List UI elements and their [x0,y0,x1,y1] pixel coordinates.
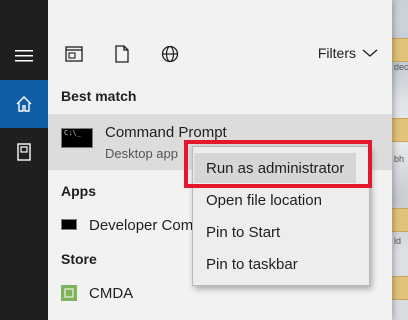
app-result-title: Developer Com [89,217,194,234]
documents-filter-button[interactable] [112,44,132,64]
notebook-icon [17,143,31,161]
home-icon [16,96,32,112]
apps-icon [65,46,83,62]
menu-item-open-file-location[interactable]: Open file location [194,185,356,215]
desktop-folder-icon[interactable] [391,38,408,62]
best-match-subtitle: Desktop app [105,146,178,161]
developer-command-prompt-icon [61,219,77,230]
section-best-match: Best match [61,88,137,104]
highlight-annotation-box [184,140,372,188]
hamburger-menu-button[interactable] [0,32,48,80]
command-prompt-icon: C:\_ [61,128,93,148]
notebook-button[interactable] [0,128,48,176]
section-apps: Apps [61,183,96,199]
filters-label: Filters [317,45,356,61]
desktop-folder-icon[interactable] [391,276,408,300]
section-store: Store [61,251,97,267]
search-filter-bar: Filters [48,0,392,72]
menu-item-pin-to-start[interactable]: Pin to Start [194,217,356,247]
desktop-icon-label: bh [394,154,405,164]
web-filter-button[interactable] [160,44,180,64]
filters-dropdown[interactable]: Filters [318,45,378,61]
store-result-title: CMDA [89,285,134,302]
desktop-folder-icon[interactable] [391,208,408,232]
hamburger-icon [15,50,33,62]
home-button[interactable] [0,80,48,128]
best-match-title: Command Prompt [105,124,227,141]
globe-icon [161,45,179,63]
left-rail [0,0,48,320]
document-icon [115,45,129,63]
store-app-glyph-icon [64,288,74,298]
cmda-app-icon [61,285,77,301]
desktop-folder-icon[interactable] [391,118,408,142]
chevron-down-icon [362,49,378,57]
desktop-icon-label: dec [394,62,408,72]
desktop-icon-label: ld [394,236,402,246]
apps-filter-button[interactable] [64,44,84,64]
menu-item-pin-to-taskbar[interactable]: Pin to taskbar [194,249,356,279]
